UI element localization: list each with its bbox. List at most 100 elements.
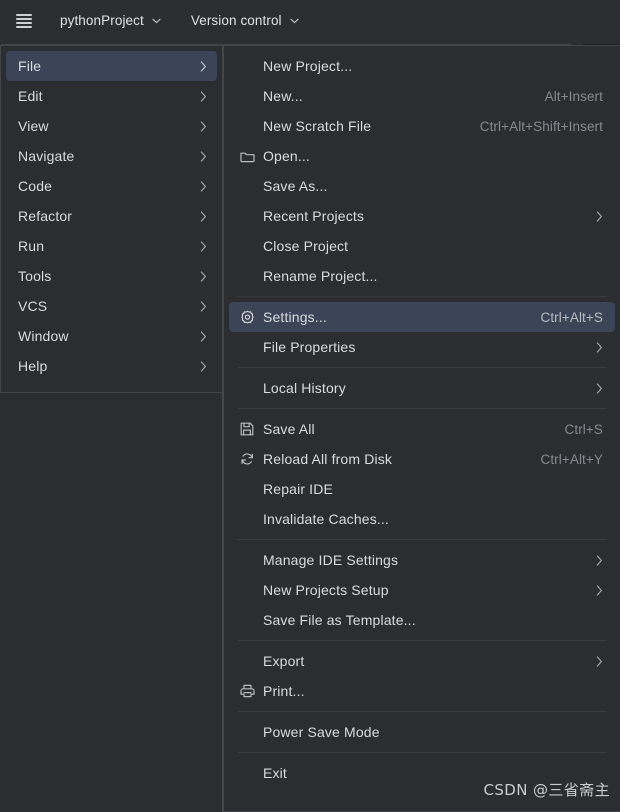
file-menu-item-label: Invalidate Caches...: [263, 511, 389, 527]
chevron-right-icon: [200, 330, 207, 342]
file-menu-item-repair-ide[interactable]: Repair IDE: [229, 474, 615, 504]
file-menu-item-label: Exit: [263, 765, 287, 781]
file-menu-item-save-file-as-template[interactable]: Save File as Template...: [229, 605, 615, 635]
file-menu-item-save-all[interactable]: Save All Ctrl+S: [229, 414, 615, 444]
menu-item-icon-placeholder: [237, 481, 257, 497]
main-menu-item-vcs[interactable]: VCS: [6, 291, 217, 321]
file-menu-item-close-project[interactable]: Close Project: [229, 231, 615, 261]
menu-item-icon-placeholder: [237, 58, 257, 74]
menu-separator: [237, 296, 607, 297]
main-menu-item-label: Tools: [18, 268, 52, 284]
version-control-widget[interactable]: Version control: [183, 8, 307, 34]
chevron-right-icon: [596, 584, 603, 596]
file-menu-item-new-scratch-file[interactable]: New Scratch File Ctrl+Alt+Shift+Insert: [229, 111, 615, 141]
file-menu-item-save-as[interactable]: Save As...: [229, 171, 615, 201]
chevron-down-icon: [152, 18, 161, 24]
menu-item-icon-placeholder: [237, 208, 257, 224]
main-menu-item-edit[interactable]: Edit: [6, 81, 217, 111]
file-menu-item-new[interactable]: New... Alt+Insert: [229, 81, 615, 111]
main-menu-item-label: Edit: [18, 88, 43, 104]
main-menu-item-navigate[interactable]: Navigate: [6, 141, 217, 171]
file-menu-item-label: Local History: [263, 380, 346, 396]
chevron-right-icon: [596, 655, 603, 667]
print-icon: [237, 683, 257, 699]
file-menu-item-local-history[interactable]: Local History: [229, 373, 615, 403]
file-menu-item-label: Repair IDE: [263, 481, 333, 497]
chevron-right-icon: [200, 120, 207, 132]
main-menu-item-label: Navigate: [18, 148, 75, 164]
main-menu-item-label: VCS: [18, 298, 48, 314]
main-menu-item-label: Window: [18, 328, 69, 344]
file-menu-item-open[interactable]: Open...: [229, 141, 615, 171]
file-menu-item-new-projects-setup[interactable]: New Projects Setup: [229, 575, 615, 605]
chevron-right-icon: [200, 270, 207, 282]
main-menu-item-view[interactable]: View: [6, 111, 217, 141]
chevron-right-icon: [596, 210, 603, 222]
file-menu-item-new-project[interactable]: New Project...: [229, 51, 615, 81]
file-menu-popup: New Project... New... Alt+Insert New Scratc…: [223, 45, 620, 812]
file-menu-item-label: Print...: [263, 683, 305, 699]
file-menu-item-recent-projects[interactable]: Recent Projects: [229, 201, 615, 231]
file-menu-item-label: Close Project: [263, 238, 349, 254]
main-menu-item-refactor[interactable]: Refactor: [6, 201, 217, 231]
project-widget[interactable]: pythonProject: [52, 8, 169, 34]
menu-item-icon-placeholder: [237, 724, 257, 740]
menu-separator: [237, 640, 607, 641]
main-menu-item-window[interactable]: Window: [6, 321, 217, 351]
chevron-right-icon: [200, 60, 207, 72]
main-menu-item-label: Refactor: [18, 208, 73, 224]
main-menu-item-code[interactable]: Code: [6, 171, 217, 201]
file-menu-item-settings[interactable]: Settings... Ctrl+Alt+S: [229, 302, 615, 332]
file-menu-item-power-save-mode[interactable]: Power Save Mode: [229, 717, 615, 747]
file-menu-item-shortcut: Ctrl+Alt+Shift+Insert: [479, 118, 603, 134]
menu-item-icon-placeholder: [237, 765, 257, 781]
file-menu-item-print[interactable]: Print...: [229, 676, 615, 706]
file-menu-item-invalidate-caches[interactable]: Invalidate Caches...: [229, 504, 615, 534]
menu-item-icon-placeholder: [237, 178, 257, 194]
version-control-label: Version control: [190, 13, 282, 28]
main-menu-item-label: Code: [18, 178, 53, 194]
file-menu-item-label: Open...: [263, 148, 310, 164]
menu-separator: [237, 752, 607, 753]
main-menu-item-run[interactable]: Run: [6, 231, 217, 261]
file-menu-item-label: Rename Project...: [263, 268, 378, 284]
file-menu-item-label: Settings...: [263, 309, 327, 325]
menu-item-icon-placeholder: [237, 118, 257, 134]
file-menu-item-label: Reload All from Disk: [263, 451, 393, 467]
file-menu-item-label: Save File as Template...: [263, 612, 416, 628]
file-menu-item-manage-ide-settings[interactable]: Manage IDE Settings: [229, 545, 615, 575]
main-menu-item-help[interactable]: Help: [6, 351, 217, 381]
gear-icon: [237, 309, 257, 325]
menu-separator: [237, 539, 607, 540]
main-menu-item-label: File: [18, 58, 42, 74]
main-menu-item-file[interactable]: File: [6, 51, 217, 81]
file-menu-item-label: New Projects Setup: [263, 582, 389, 598]
file-menu-item-label: New Scratch File: [263, 118, 372, 134]
chevron-right-icon: [200, 150, 207, 162]
file-menu-item-label: Save As...: [263, 178, 328, 194]
chevron-right-icon: [596, 382, 603, 394]
file-menu-item-export[interactable]: Export: [229, 646, 615, 676]
menu-item-icon-placeholder: [237, 238, 257, 254]
save-icon: [237, 421, 257, 437]
menu-item-icon-placeholder: [237, 88, 257, 104]
file-menu-item-file-properties[interactable]: File Properties: [229, 332, 615, 362]
chevron-down-icon: [290, 18, 299, 24]
file-menu-item-reload-all-from-disk[interactable]: Reload All from Disk Ctrl+Alt+Y: [229, 444, 615, 474]
main-menu-item-tools[interactable]: Tools: [6, 261, 217, 291]
file-menu-item-shortcut: Ctrl+Alt+S: [540, 309, 603, 325]
watermark: CSDN @三省斋主: [483, 781, 610, 799]
chevron-right-icon: [200, 180, 207, 192]
file-menu-item-label: Power Save Mode: [263, 724, 380, 740]
chevron-right-icon: [200, 300, 207, 312]
chevron-right-icon: [200, 210, 207, 222]
main-menu-popup: File Edit View Navigate Code Refactor Run Tools…: [0, 45, 223, 393]
file-menu-item-label: File Properties: [263, 339, 356, 355]
hamburger-icon[interactable]: [16, 13, 32, 28]
reload-icon: [237, 451, 257, 467]
file-menu-item-rename-project[interactable]: Rename Project...: [229, 261, 615, 291]
chevron-right-icon: [596, 554, 603, 566]
menu-separator: [237, 367, 607, 368]
chevron-right-icon: [200, 360, 207, 372]
ide-window: pythonProject Version control File Edit Vi…: [0, 0, 620, 812]
